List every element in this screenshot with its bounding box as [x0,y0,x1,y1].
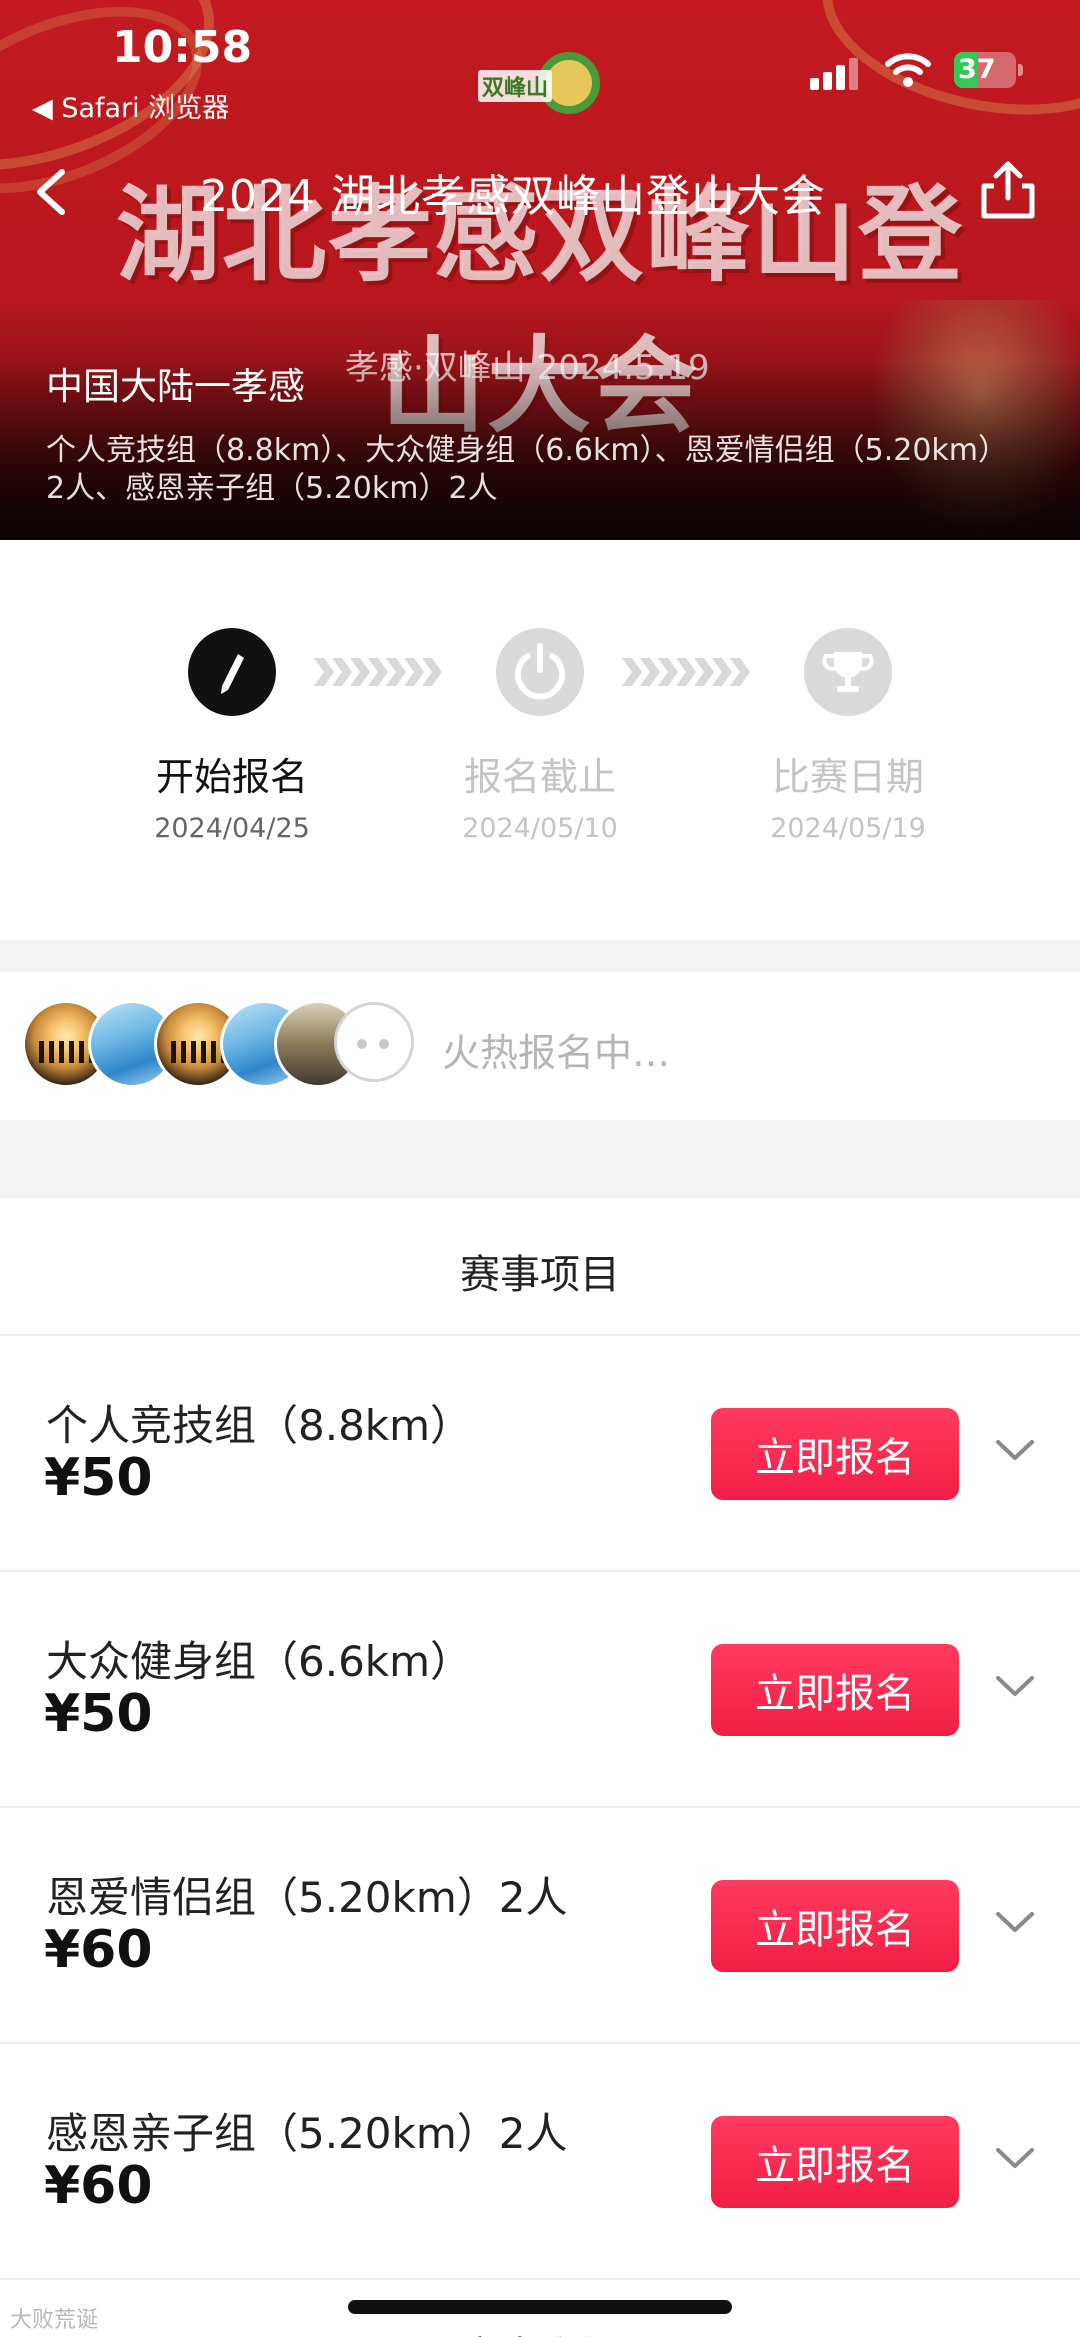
back-button[interactable] [26,156,76,226]
wifi-icon [884,50,932,90]
chevron-down-icon[interactable] [992,1904,1038,1944]
participants-strip[interactable]: 火热报名中… [0,972,1080,1120]
event-item[interactable]: 恩爱情侣组（5.20km）2人 ¥60 立即报名 [0,1808,1080,2044]
chevron-down-icon[interactable] [992,1432,1038,1472]
logo-text: 双峰山 [478,70,553,102]
cellular-signal-icon [810,56,860,90]
battery-nub [1018,64,1023,76]
more-participants-button[interactable] [334,1002,414,1082]
event-price: ¥50 [44,1448,153,1508]
shuangfengshan-logo: 双峰山 [478,50,602,120]
share-icon [981,161,1035,219]
signup-button[interactable]: 立即报名 [711,1880,959,1972]
trophy-icon [804,628,892,716]
event-price: ¥50 [44,1684,153,1744]
chevron-down-icon[interactable] [992,2140,1038,2180]
event-item[interactable]: 大众健身组（6.6km） ¥50 立即报名 [0,1572,1080,1808]
battery-percent: 37 [958,54,996,85]
event-name: 大众健身组（6.6km） [46,1637,473,1686]
section-divider [0,1120,1080,1198]
timeline-step-date: 2024/05/10 [462,813,618,844]
signup-button[interactable]: 立即报名 [711,1644,959,1736]
event-price: ¥60 [44,2156,153,2216]
signup-button[interactable]: 立即报名 [711,2116,959,2208]
timeline-step-label: 比赛日期 [771,755,924,799]
power-icon [496,628,584,716]
signup-button[interactable]: 立即报名 [711,1408,959,1500]
registration-timeline: 开始报名 2024/04/25 报名截止 2024/05/10 比赛日期 202… [0,540,1080,940]
battery-icon: 37 [954,52,1024,88]
chevron-down-icon[interactable] [992,1668,1038,1708]
home-indicator[interactable] [348,2300,732,2314]
section-divider [0,940,1080,972]
event-location: 中国大陆一孝感 [46,365,305,408]
event-name: 个人竞技组（8.8km） [46,1401,473,1450]
event-item[interactable]: 感恩亲子组（5.20km）2人 ¥60 立即报名 [0,2044,1080,2280]
status-time: 10:58 [112,22,253,73]
back-to-safari-link[interactable]: ◀ Safari 浏览器 [32,86,229,125]
timeline-step-date: 2024/04/25 [154,813,310,844]
event-name: 感恩亲子组（5.20km）2人 [46,2109,568,2158]
timeline-step-race-day: 比赛日期 2024/05/19 [728,628,968,844]
timeline-step-date: 2024/05/19 [770,813,926,844]
next-section-title: 赛事介绍 [460,2324,620,2337]
registration-status-text: 火热报名中… [442,1031,671,1075]
status-icons: 37 [800,50,1030,94]
timeline-step-label: 报名截止 [463,755,616,799]
battery-body: 37 [954,52,1016,88]
event-item[interactable]: 个人竞技组（8.8km） ¥50 立即报名 [0,1336,1080,1572]
events-section-title: 赛事项目 [0,1198,1080,1336]
event-price: ¥60 [44,1920,153,1980]
watermark-text: 大败荒诞 [10,2308,99,2333]
chevron-left-icon [37,169,65,215]
event-name: 恩爱情侣组（5.20km）2人 [46,1873,568,1922]
timeline-step-label: 开始报名 [155,755,308,799]
page-title: 2024 湖北孝感双峰山登山大会 [200,171,826,222]
event-groups-summary: 个人竞技组（8.8km）、大众健身组（6.6km）、恩爱情侣组（5.20km）2… [46,433,994,506]
pen-icon [188,628,276,716]
share-button[interactable] [976,156,1040,226]
